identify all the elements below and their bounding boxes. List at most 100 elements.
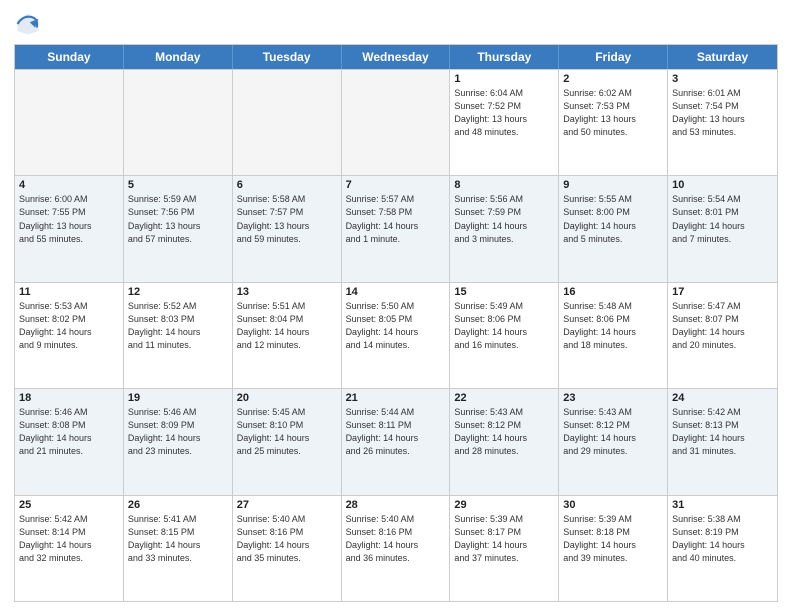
cal-cell-r4c1: 26 Sunrise: 5:41 AM Sunset: 8:15 PM Dayli… — [124, 496, 233, 601]
cell-info: Sunrise: 5:54 AM Sunset: 8:01 PM Dayligh… — [672, 193, 773, 245]
day-number: 18 — [19, 392, 119, 404]
cell-info: Sunrise: 5:38 AM Sunset: 8:19 PM Dayligh… — [672, 513, 773, 565]
cal-cell-r2c6: 17Sunrise: 5:47 AM Sunset: 8:07 PM Dayli… — [668, 283, 777, 388]
logo — [14, 10, 46, 38]
day-number: 30 — [563, 499, 663, 511]
cell-info: Sunrise: 6:04 AM Sunset: 7:52 PM Dayligh… — [454, 87, 554, 139]
cal-cell-r4c0: 25 Sunrise: 5:42 AM Sunset: 8:14 PM Dayli… — [15, 496, 124, 601]
calendar-header-row: SundayMondayTuesdayWednesdayThursdayFrid… — [15, 45, 777, 69]
day-number: 11 — [19, 286, 119, 298]
day-number: 5 — [128, 179, 228, 191]
header — [14, 10, 778, 38]
cal-header-monday: Monday — [124, 45, 233, 69]
day-number: 13 — [237, 286, 337, 298]
cal-cell-r1c6: 10 Sunrise: 5:54 AM Sunset: 8:01 PM Dayli… — [668, 176, 777, 281]
cell-info: Sunrise: 5:39 AM Sunset: 8:17 PM Dayligh… — [454, 513, 554, 565]
cal-cell-r4c4: 29 Sunrise: 5:39 AM Sunset: 8:17 PM Dayli… — [450, 496, 559, 601]
day-number: 22 — [454, 392, 554, 404]
cal-cell-r2c4: 15 Sunrise: 5:49 AM Sunset: 8:06 PM Dayli… — [450, 283, 559, 388]
cal-row-1: 4 Sunrise: 6:00 AM Sunset: 7:55 PM Daylig… — [15, 175, 777, 281]
cell-info: Sunrise: 5:42 AM Sunset: 8:13 PM Dayligh… — [672, 406, 773, 458]
cell-info: Sunrise: 5:40 AM Sunset: 8:16 PM Dayligh… — [346, 513, 446, 565]
cell-info: Sunrise: 6:02 AM Sunset: 7:53 PM Dayligh… — [563, 87, 663, 139]
cell-info: Sunrise: 5:55 AM Sunset: 8:00 PM Dayligh… — [563, 193, 663, 245]
cal-cell-r2c0: 11 Sunrise: 5:53 AM Sunset: 8:02 PM Dayli… — [15, 283, 124, 388]
cell-info: Sunrise: 5:57 AM Sunset: 7:58 PM Dayligh… — [346, 193, 446, 245]
cell-info: Sunrise: 5:39 AM Sunset: 8:18 PM Dayligh… — [563, 513, 663, 565]
day-number: 31 — [672, 499, 773, 511]
cell-info: Sunrise: 5:44 AM Sunset: 8:11 PM Dayligh… — [346, 406, 446, 458]
cal-cell-r3c5: 23 Sunrise: 5:43 AM Sunset: 8:12 PM Dayli… — [559, 389, 668, 494]
cal-cell-r1c3: 7 Sunrise: 5:57 AM Sunset: 7:58 PM Daylig… — [342, 176, 451, 281]
cal-cell-r0c2 — [233, 70, 342, 175]
cal-row-2: 11 Sunrise: 5:53 AM Sunset: 8:02 PM Dayli… — [15, 282, 777, 388]
cal-cell-r0c3 — [342, 70, 451, 175]
page: SundayMondayTuesdayWednesdayThursdayFrid… — [0, 0, 792, 612]
cell-info: Sunrise: 5:41 AM Sunset: 8:15 PM Dayligh… — [128, 513, 228, 565]
cal-header-saturday: Saturday — [668, 45, 777, 69]
cal-header-friday: Friday — [559, 45, 668, 69]
day-number: 16 — [563, 286, 663, 298]
calendar-body: 1 Sunrise: 6:04 AM Sunset: 7:52 PM Daylig… — [15, 69, 777, 601]
cell-info: Sunrise: 5:53 AM Sunset: 8:02 PM Dayligh… — [19, 300, 119, 352]
cal-cell-r2c2: 13 Sunrise: 5:51 AM Sunset: 8:04 PM Dayli… — [233, 283, 342, 388]
cell-info: Sunrise: 5:45 AM Sunset: 8:10 PM Dayligh… — [237, 406, 337, 458]
day-number: 7 — [346, 179, 446, 191]
cal-cell-r1c4: 8Sunrise: 5:56 AM Sunset: 7:59 PM Daylig… — [450, 176, 559, 281]
cell-info: Sunrise: 5:46 AM Sunset: 8:09 PM Dayligh… — [128, 406, 228, 458]
calendar: SundayMondayTuesdayWednesdayThursdayFrid… — [14, 44, 778, 602]
cal-cell-r4c5: 30 Sunrise: 5:39 AM Sunset: 8:18 PM Dayli… — [559, 496, 668, 601]
cal-cell-r3c0: 18 Sunrise: 5:46 AM Sunset: 8:08 PM Dayli… — [15, 389, 124, 494]
cal-row-4: 25 Sunrise: 5:42 AM Sunset: 8:14 PM Dayli… — [15, 495, 777, 601]
day-number: 29 — [454, 499, 554, 511]
cell-info: Sunrise: 5:43 AM Sunset: 8:12 PM Dayligh… — [563, 406, 663, 458]
cell-info: Sunrise: 5:51 AM Sunset: 8:04 PM Dayligh… — [237, 300, 337, 352]
cell-info: Sunrise: 5:48 AM Sunset: 8:06 PM Dayligh… — [563, 300, 663, 352]
day-number: 28 — [346, 499, 446, 511]
cell-info: Sunrise: 5:52 AM Sunset: 8:03 PM Dayligh… — [128, 300, 228, 352]
day-number: 17 — [672, 286, 773, 298]
cell-info: Sunrise: 6:00 AM Sunset: 7:55 PM Dayligh… — [19, 193, 119, 245]
day-number: 14 — [346, 286, 446, 298]
cell-info: Sunrise: 5:49 AM Sunset: 8:06 PM Dayligh… — [454, 300, 554, 352]
day-number: 19 — [128, 392, 228, 404]
cell-info: Sunrise: 5:42 AM Sunset: 8:14 PM Dayligh… — [19, 513, 119, 565]
cal-cell-r1c5: 9Sunrise: 5:55 AM Sunset: 8:00 PM Daylig… — [559, 176, 668, 281]
cell-info: Sunrise: 6:01 AM Sunset: 7:54 PM Dayligh… — [672, 87, 773, 139]
cell-info: Sunrise: 5:46 AM Sunset: 8:08 PM Dayligh… — [19, 406, 119, 458]
cal-cell-r3c2: 20 Sunrise: 5:45 AM Sunset: 8:10 PM Dayli… — [233, 389, 342, 494]
cal-cell-r0c0 — [15, 70, 124, 175]
cell-info: Sunrise: 5:43 AM Sunset: 8:12 PM Dayligh… — [454, 406, 554, 458]
cal-cell-r3c4: 22 Sunrise: 5:43 AM Sunset: 8:12 PM Dayli… — [450, 389, 559, 494]
day-number: 27 — [237, 499, 337, 511]
cal-cell-r4c6: 31 Sunrise: 5:38 AM Sunset: 8:19 PM Dayli… — [668, 496, 777, 601]
cal-cell-r1c1: 5Sunrise: 5:59 AM Sunset: 7:56 PM Daylig… — [124, 176, 233, 281]
cal-cell-r1c0: 4 Sunrise: 6:00 AM Sunset: 7:55 PM Daylig… — [15, 176, 124, 281]
day-number: 20 — [237, 392, 337, 404]
cal-cell-r2c3: 14 Sunrise: 5:50 AM Sunset: 8:05 PM Dayli… — [342, 283, 451, 388]
cal-header-tuesday: Tuesday — [233, 45, 342, 69]
day-number: 26 — [128, 499, 228, 511]
day-number: 21 — [346, 392, 446, 404]
logo-icon — [14, 10, 42, 38]
cell-info: Sunrise: 5:50 AM Sunset: 8:05 PM Dayligh… — [346, 300, 446, 352]
cal-cell-r2c5: 16 Sunrise: 5:48 AM Sunset: 8:06 PM Dayli… — [559, 283, 668, 388]
cal-cell-r2c1: 12 Sunrise: 5:52 AM Sunset: 8:03 PM Dayli… — [124, 283, 233, 388]
cal-cell-r3c3: 21 Sunrise: 5:44 AM Sunset: 8:11 PM Dayli… — [342, 389, 451, 494]
day-number: 4 — [19, 179, 119, 191]
cal-cell-r1c2: 6Sunrise: 5:58 AM Sunset: 7:57 PM Daylig… — [233, 176, 342, 281]
day-number: 24 — [672, 392, 773, 404]
day-number: 3 — [672, 73, 773, 85]
cell-info: Sunrise: 5:40 AM Sunset: 8:16 PM Dayligh… — [237, 513, 337, 565]
day-number: 23 — [563, 392, 663, 404]
cell-info: Sunrise: 5:58 AM Sunset: 7:57 PM Dayligh… — [237, 193, 337, 245]
day-number: 15 — [454, 286, 554, 298]
day-number: 10 — [672, 179, 773, 191]
cal-cell-r4c3: 28 Sunrise: 5:40 AM Sunset: 8:16 PM Dayli… — [342, 496, 451, 601]
day-number: 25 — [19, 499, 119, 511]
cal-row-0: 1 Sunrise: 6:04 AM Sunset: 7:52 PM Daylig… — [15, 69, 777, 175]
cal-cell-r0c1 — [124, 70, 233, 175]
day-number: 2 — [563, 73, 663, 85]
day-number: 12 — [128, 286, 228, 298]
day-number: 1 — [454, 73, 554, 85]
